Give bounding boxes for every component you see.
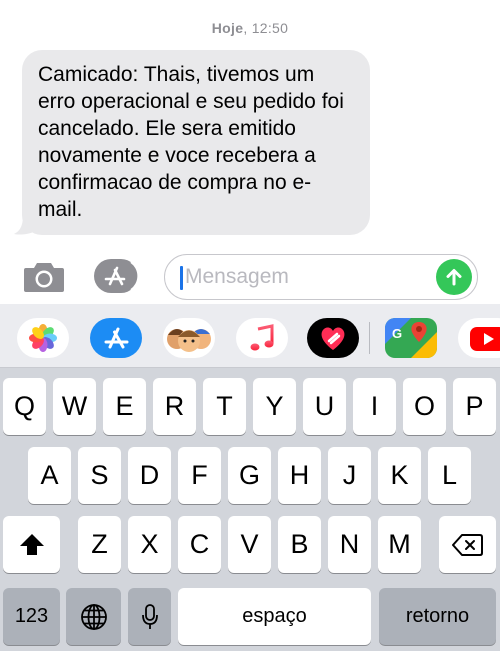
app-store-icon (104, 327, 129, 349)
key-o[interactable]: O (403, 378, 446, 435)
key-q[interactable]: Q (3, 378, 46, 435)
camera-icon (24, 263, 64, 292)
key-g[interactable]: G (228, 447, 271, 504)
numbers-key[interactable]: 123 (3, 588, 60, 645)
keyboard: G Q W E R T Y U I O P A S D F G H J K L … (0, 304, 500, 651)
imessage-app-strip: G (0, 304, 500, 368)
digital-touch-button[interactable] (307, 318, 359, 358)
message-input[interactable]: Mensagem (164, 254, 478, 300)
send-button[interactable] (436, 259, 472, 295)
key-s[interactable]: S (78, 447, 121, 504)
key-n[interactable]: N (328, 516, 371, 573)
key-p[interactable]: P (453, 378, 496, 435)
digital-touch-icon (321, 327, 345, 350)
key-x[interactable]: X (128, 516, 171, 573)
key-j[interactable]: J (328, 447, 371, 504)
google-maps-button[interactable]: G (385, 318, 437, 358)
shift-key[interactable] (3, 516, 60, 573)
key-k[interactable]: K (378, 447, 421, 504)
microphone-icon (141, 603, 158, 629)
google-maps-icon: G (385, 318, 437, 358)
timestamp-day: Hoje (211, 20, 244, 36)
key-d[interactable]: D (128, 447, 171, 504)
message-bubble-container: Camicado: Thais, tivemos um erro operaci… (14, 50, 370, 235)
key-i[interactable]: I (353, 378, 396, 435)
svg-text:G: G (392, 326, 402, 341)
key-w[interactable]: W (53, 378, 96, 435)
app-store-button[interactable] (90, 318, 142, 358)
key-h[interactable]: H (278, 447, 321, 504)
key-v[interactable]: V (228, 516, 271, 573)
return-key[interactable]: retorno (379, 588, 496, 645)
app-store-icon (94, 259, 140, 293)
globe-key[interactable] (66, 588, 121, 645)
delete-key[interactable] (439, 516, 496, 573)
message-placeholder: Mensagem (185, 265, 289, 288)
shift-icon (19, 533, 44, 555)
key-b[interactable]: B (278, 516, 321, 573)
music-icon (250, 324, 274, 351)
key-a[interactable]: A (28, 447, 71, 504)
delete-icon (451, 533, 483, 556)
text-caret (180, 266, 183, 290)
key-l[interactable]: L (428, 447, 471, 504)
music-app-button[interactable] (236, 318, 288, 358)
memoji-icon (167, 329, 211, 352)
photos-icon (29, 324, 57, 352)
app-drawer-button[interactable] (93, 258, 140, 294)
app-strip-divider (369, 322, 370, 354)
space-key[interactable]: espaço (178, 588, 371, 645)
send-arrow-icon (446, 269, 462, 286)
timestamp-time: , 12:50 (243, 20, 289, 36)
memoji-button[interactable] (163, 318, 215, 358)
key-r[interactable]: R (153, 378, 196, 435)
key-m[interactable]: M (378, 516, 421, 573)
compose-bar: Mensagem (0, 250, 500, 304)
key-y[interactable]: Y (253, 378, 296, 435)
key-f[interactable]: F (178, 447, 221, 504)
microphone-key[interactable] (128, 588, 171, 645)
key-u[interactable]: U (303, 378, 346, 435)
key-c[interactable]: C (178, 516, 221, 573)
key-t[interactable]: T (203, 378, 246, 435)
key-z[interactable]: Z (78, 516, 121, 573)
youtube-icon (470, 327, 500, 351)
key-e[interactable]: E (103, 378, 146, 435)
incoming-message[interactable]: Camicado: Thais, tivemos um erro operaci… (22, 50, 370, 235)
camera-button[interactable] (22, 260, 66, 294)
globe-icon (80, 603, 107, 630)
message-timestamp: Hoje, 12:50 (0, 20, 500, 36)
photos-app-button[interactable] (17, 318, 69, 358)
youtube-button[interactable] (458, 318, 500, 358)
